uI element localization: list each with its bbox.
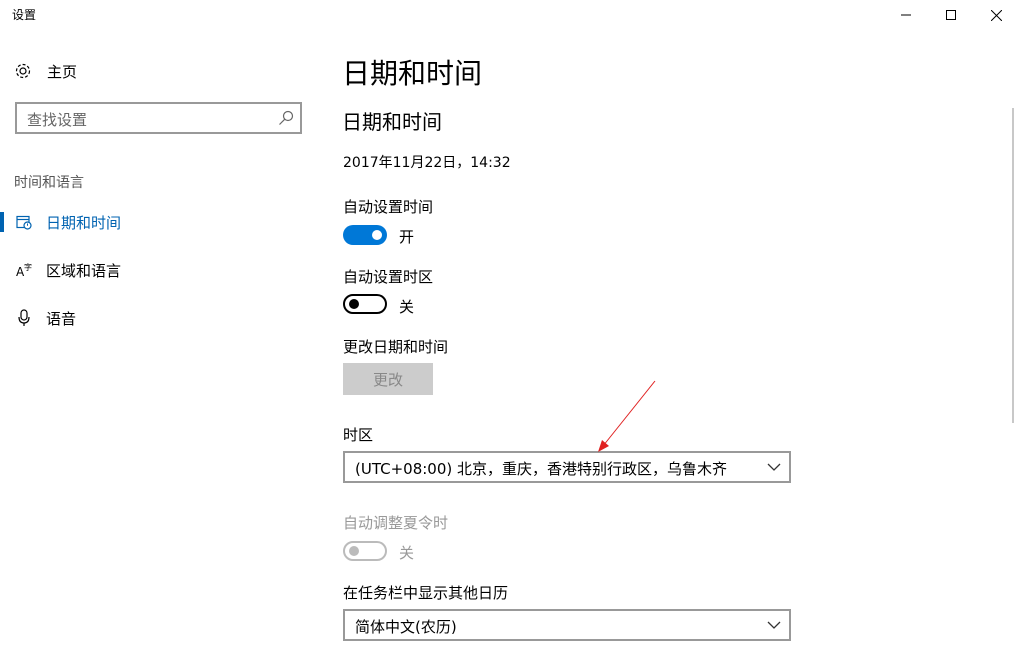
auto-timezone-state: 关 [399,298,415,316]
region-language-icon: A 字 [15,261,33,279]
sidebar-item-label: 区域和语言 [46,262,122,280]
dst-toggle[interactable] [343,541,387,561]
search-placeholder: 查找设置 [27,111,88,129]
sidebar-item-date-time[interactable]: 日期和时间 [0,208,320,236]
timezone-select[interactable]: (UTC+08:00) 北京，重庆，香港特别行政区，乌鲁木齐 [343,451,791,483]
page-title: 日期和时间 [342,57,483,90]
toggle-knob [349,546,359,556]
current-datetime: 2017年11月22日，14:32 [343,155,511,171]
toggle-knob [372,230,382,240]
calendar-select[interactable]: 简体中文(农历) [343,609,791,641]
auto-timezone-label: 自动设置时区 [343,268,434,286]
sidebar: 主页 查找设置 时间和语言 日期和时间 A 字 区域和语言 语音 [0,30,320,660]
sidebar-item-speech[interactable]: 语音 [0,304,320,332]
sidebar-section-title: 时间和语言 [14,175,84,191]
section-title: 日期和时间 [342,110,442,134]
dst-label: 自动调整夏令时 [343,514,449,532]
home-link[interactable]: 主页 [14,60,77,82]
timezone-value: (UTC+08:00) 北京，重庆，香港特别行政区，乌鲁木齐 [355,460,728,478]
microphone-icon [15,309,33,327]
auto-time-label: 自动设置时间 [343,198,434,216]
main-content: 日期和时间 日期和时间 2017年11月22日，14:32 自动设置时间 开 自… [342,0,1002,660]
change-datetime-button[interactable]: 更改 [343,363,433,395]
svg-text:字: 字 [24,262,32,272]
chevron-down-icon [767,621,781,629]
sidebar-item-label: 日期和时间 [46,214,122,232]
home-label: 主页 [47,62,78,81]
auto-timezone-toggle[interactable] [343,294,387,314]
change-datetime-label: 更改日期和时间 [343,338,449,356]
calendar-label: 在任务栏中显示其他日历 [343,584,509,602]
timezone-label: 时区 [343,426,374,444]
calendar-value: 简体中文(农历) [355,618,457,636]
scrollbar[interactable] [1012,108,1014,423]
sidebar-item-region-language[interactable]: A 字 区域和语言 [0,256,320,284]
auto-time-toggle[interactable] [343,225,387,245]
dst-state: 关 [399,544,415,562]
auto-time-state: 开 [399,228,415,246]
gear-icon [15,63,31,79]
sidebar-item-label: 语音 [46,310,77,328]
search-icon[interactable] [278,110,294,126]
search-input[interactable]: 查找设置 [15,102,302,134]
chevron-down-icon [767,463,781,471]
calendar-clock-icon [15,213,33,231]
toggle-knob [349,299,359,309]
window-title: 设置 [12,8,37,22]
active-indicator [0,212,4,232]
